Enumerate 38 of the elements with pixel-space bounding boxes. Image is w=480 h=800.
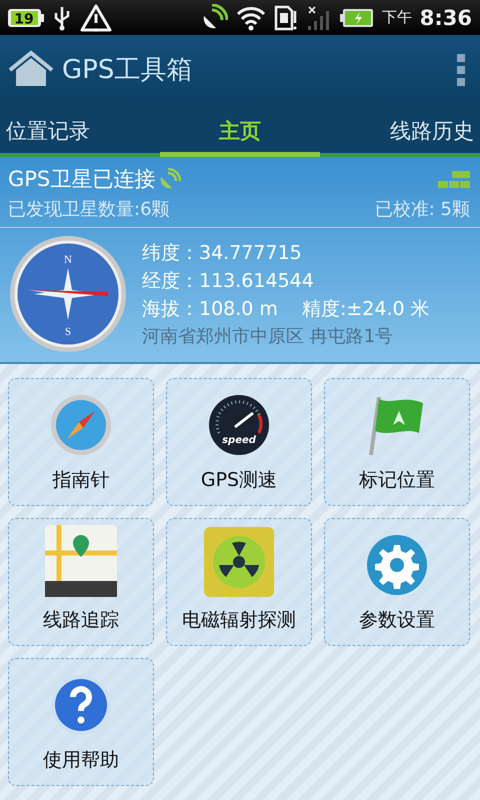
accuracy: 精度:±24.0 米 [302, 297, 430, 322]
battery-level-icon: 19 [8, 6, 44, 29]
sim-card-icon [274, 4, 298, 31]
compass-south-label: S [64, 326, 72, 338]
speedometer-icon: speed [207, 393, 271, 457]
signal-icon [306, 4, 332, 32]
gear-icon [365, 533, 429, 597]
signal-bars-icon [438, 170, 470, 188]
tool-tile[interactable]: 标记位置 [324, 378, 470, 506]
battery-charging-icon [340, 8, 374, 28]
tab[interactable]: 线路历史 [320, 104, 480, 153]
overflow-menu-icon[interactable] [456, 52, 466, 87]
time-period: 下午 [382, 8, 412, 28]
map-icon [45, 525, 117, 597]
gps-status: GPS卫星已连接 [8, 166, 156, 193]
clock-time: 8:36 [420, 6, 472, 30]
tool-tile[interactable]: 线路追踪 [8, 518, 154, 646]
tool-tile[interactable]: speed GPS测速 [166, 378, 312, 506]
compass-north-label: N [64, 254, 72, 266]
radiation-icon [204, 527, 274, 597]
tool-tile[interactable]: 指南针 [8, 378, 154, 506]
compass-icon [49, 393, 113, 457]
longitude: 经度：113.614544 [142, 269, 315, 294]
usb-icon [52, 4, 72, 31]
satellite-signal-icon [159, 168, 182, 190]
latitude: 纬度：34.777715 [142, 241, 303, 266]
app-title: GPS工具箱 [62, 54, 194, 88]
altitude: 海拔：108.0 m [142, 297, 278, 322]
satellites-calibrated: 已校准: 5颗 [374, 198, 470, 221]
wifi-icon [236, 4, 266, 31]
address: 河南省郑州市中原区 冉屯路1号 [142, 325, 394, 348]
tool-tile[interactable]: 使用帮助 [8, 658, 154, 786]
warning-icon [80, 4, 112, 32]
satellites-found: 已发现卫星数量:6颗 [8, 198, 170, 221]
tool-tile[interactable]: 参数设置 [324, 518, 470, 646]
tab[interactable]: 位置记录 [0, 104, 160, 153]
help-icon [49, 673, 113, 737]
tool-tile[interactable]: 电磁辐射探测 [166, 518, 312, 646]
